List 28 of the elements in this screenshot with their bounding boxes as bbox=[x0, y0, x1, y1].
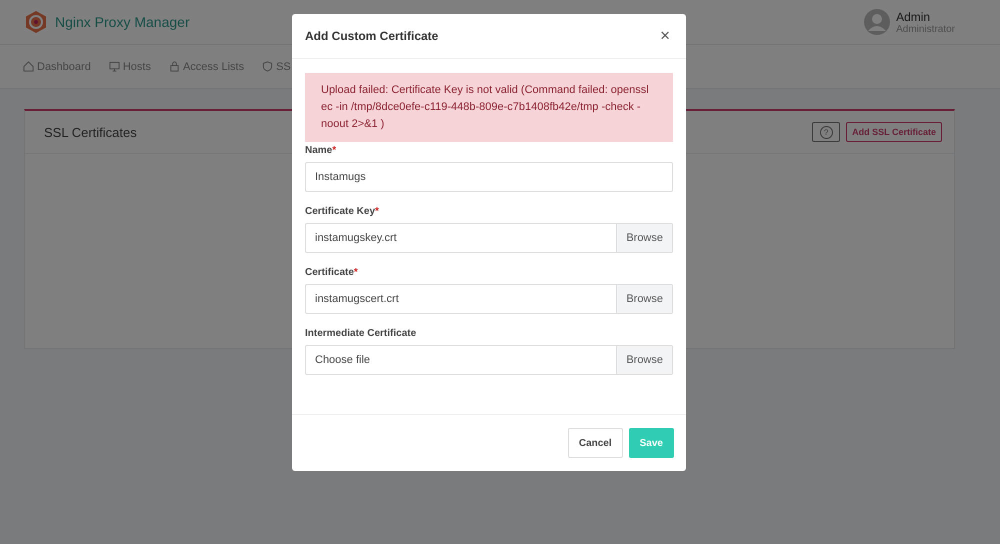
name-field[interactable]: Instamugs bbox=[305, 162, 673, 192]
field-label: Intermediate Certificate bbox=[305, 328, 418, 339]
file-field[interactable]: instamugscert.crt Browse bbox=[305, 284, 673, 314]
file-field[interactable]: Choose file Browse bbox=[305, 345, 673, 375]
field-label: Name* bbox=[305, 145, 338, 156]
logo-icon bbox=[25, 10, 47, 34]
modal-title: Add Custom Certificate bbox=[305, 29, 438, 43]
shield-icon bbox=[262, 61, 274, 72]
lock-icon bbox=[168, 61, 180, 72]
close-button[interactable]: × bbox=[658, 26, 672, 46]
nav-item[interactable]: Access Lists bbox=[168, 60, 244, 72]
nav-item[interactable]: SS bbox=[262, 60, 291, 72]
field-label: Certificate* bbox=[305, 267, 359, 278]
help-button[interactable]: ? bbox=[812, 122, 840, 142]
nav-item[interactable]: Dashboard bbox=[23, 60, 91, 72]
home-icon bbox=[23, 61, 34, 72]
field-label: Certificate Key* bbox=[305, 206, 380, 217]
monitor-icon bbox=[108, 61, 120, 72]
user-name: Admin bbox=[896, 10, 932, 24]
nav-item[interactable]: Hosts bbox=[108, 60, 151, 72]
file-field[interactable]: instamugskey.crt Browse bbox=[305, 223, 673, 253]
save-button[interactable]: Save bbox=[628, 428, 674, 458]
cancel-button[interactable]: Cancel bbox=[568, 428, 623, 458]
app-title: Nginx Proxy Manager bbox=[55, 14, 190, 30]
add-certificate-button[interactable]: Add SSL Certificate bbox=[846, 122, 942, 142]
avatar-icon bbox=[864, 9, 890, 35]
card-title: SSL Certificates bbox=[44, 124, 137, 140]
error-alert: Upload failed: Certificate Key is not valid (Command failed: openssl ec -in /tmp/8dce0efe-c119-448b-809e-c7b1408fb42e/tmp -check -noout 2>&1 ) bbox=[305, 73, 673, 142]
